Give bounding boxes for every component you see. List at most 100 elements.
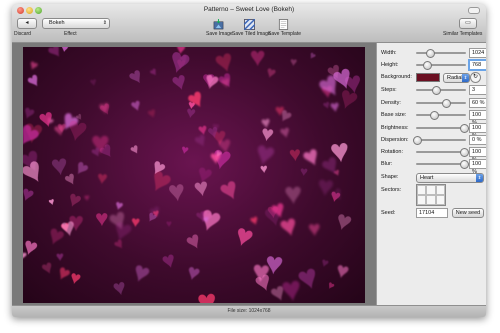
- base-size-slider-knob[interactable]: [430, 111, 439, 120]
- dispersion-slider-knob[interactable]: [413, 136, 422, 145]
- shape-select[interactable]: Heart ⇕: [416, 173, 484, 183]
- brightness-slider[interactable]: [416, 124, 469, 133]
- canvas-area: ♥ ♥ ♥ ♥ ♥ ♥ ♥ ♥ ♥ ♥ ♥ ♥ ♥ ♥ ♥ ♥ ♥ ♥ ♥ ♥ ♥ ♥ ♥ ♥ ♥ ♥ ♥ ♥ ♥ ♥ ♥ ♥ ♥ ♥ ♥ ♥ ♥ ♥ ♥ ♥…: [12, 43, 376, 305]
- sectors-label: Sectors:: [381, 187, 402, 193]
- chevron-up-down-icon: ⇕: [102, 20, 107, 26]
- density-field[interactable]: 60 %: [469, 98, 486, 108]
- steps-slider[interactable]: [416, 86, 466, 95]
- bokeh-heart: ♥: [175, 47, 187, 59]
- bokeh-heart: ♥: [127, 93, 144, 117]
- back-arrow-icon: ◂: [25, 20, 29, 26]
- density-slider[interactable]: [416, 99, 466, 108]
- height-slider-knob[interactable]: [423, 61, 432, 70]
- bokeh-heart: ♥: [307, 217, 322, 242]
- bokeh-heart: ♥: [287, 142, 302, 166]
- dispersion-field[interactable]: 0 %: [469, 135, 486, 145]
- seed-label: Seed:: [381, 210, 396, 216]
- discard-button[interactable]: ◂: [17, 18, 37, 29]
- bokeh-heart: ♥: [332, 204, 357, 238]
- steps-slider-knob[interactable]: [432, 86, 441, 95]
- toolbar: Patterno – Sweet Love (Bokeh) ◂ Discard …: [12, 4, 486, 43]
- toolbar-toggle-button[interactable]: [468, 7, 480, 14]
- save-template-label: Save Template: [268, 31, 301, 37]
- bokeh-heart: ♥: [165, 219, 172, 231]
- bokeh-heart: ♥: [23, 68, 45, 94]
- background-label: Background:: [381, 74, 412, 80]
- blur-label: Blur:: [381, 161, 393, 167]
- bokeh-heart: ♥: [146, 64, 161, 81]
- similar-templates-button[interactable]: ▭: [459, 18, 477, 29]
- seed-field[interactable]: 17104: [416, 208, 448, 218]
- bokeh-heart: ♥: [283, 175, 304, 212]
- effect-value: Bokeh: [49, 20, 65, 26]
- blur-field[interactable]: 100 %: [469, 159, 486, 175]
- bokeh-heart: ♥: [110, 273, 130, 301]
- bokeh-heart: ♥: [288, 54, 298, 70]
- bokeh-heart: ♥: [324, 279, 337, 294]
- tiled-image-icon[interactable]: [244, 19, 255, 30]
- sector-cell[interactable]: [426, 195, 436, 205]
- shape-value: Heart: [420, 175, 434, 181]
- new-seed-button[interactable]: New seed: [452, 208, 484, 218]
- bokeh-heart: ♥: [95, 96, 115, 122]
- width-slider-knob[interactable]: [426, 49, 435, 58]
- sector-cell[interactable]: [417, 185, 427, 195]
- bokeh-heart: ♥: [306, 49, 319, 63]
- bokeh-heart-artwork[interactable]: ♥ ♥ ♥ ♥ ♥ ♥ ♥ ♥ ♥ ♥ ♥ ♥ ♥ ♥ ♥ ♥ ♥ ♥ ♥ ♥ ♥ ♥ ♥ ♥ ♥ ♥ ♥ ♥ ♥ ♥ ♥ ♥ ♥ ♥ ♥ ♥ ♥ ♥ ♥ ♥…: [23, 47, 365, 303]
- similar-templates-label: Similar Templates: [443, 31, 483, 37]
- rotation-slider-knob[interactable]: [460, 148, 469, 157]
- bokeh-heart: ♥: [259, 160, 269, 177]
- brightness-slider-knob[interactable]: [460, 124, 469, 133]
- bokeh-heart: ♥: [60, 47, 70, 56]
- shape-label: Shape:: [381, 174, 399, 180]
- density-slider-knob[interactable]: [442, 99, 451, 108]
- chevron-up-down-icon: ⇕: [462, 74, 469, 82]
- sector-cell[interactable]: [435, 185, 445, 195]
- bokeh-heart: ♥: [318, 255, 331, 271]
- bokeh-heart: ♥: [126, 141, 143, 160]
- bokeh-heart: ♥: [179, 141, 191, 158]
- bokeh-heart: ♥: [46, 196, 56, 209]
- base-size-field[interactable]: 100 %: [469, 110, 486, 126]
- app-window: Patterno – Sweet Love (Bokeh) ◂ Discard …: [12, 4, 486, 317]
- dispersion-label: Dispersion:: [381, 137, 409, 143]
- bokeh-heart: ♥: [23, 231, 41, 263]
- rotation-slider[interactable]: [416, 148, 469, 157]
- bokeh-heart: ♥: [263, 63, 279, 84]
- window-title: Patterno – Sweet Love (Bokeh): [203, 6, 295, 13]
- effect-label: Effect: [64, 31, 77, 37]
- blur-slider[interactable]: [416, 160, 469, 169]
- bokeh-heart: ♥: [96, 167, 109, 189]
- template-icon[interactable]: [278, 19, 289, 30]
- brightness-label: Brightness:: [381, 125, 409, 131]
- similar-icon: ▭: [465, 20, 471, 26]
- bokeh-heart: ♥: [184, 258, 204, 287]
- rotation-field[interactable]: 100 %: [469, 147, 486, 163]
- save-image-icon[interactable]: [213, 19, 224, 30]
- settings-panel: Width: 1024 Height: 768 Background: Radi…: [376, 43, 486, 305]
- effect-select[interactable]: Bokeh ⇕: [42, 18, 110, 29]
- background-mode-select[interactable]: Radial ⇕: [443, 73, 470, 83]
- gear-icon[interactable]: ↻: [470, 72, 481, 83]
- chevron-up-down-icon: ⇕: [476, 174, 483, 182]
- sector-cell[interactable]: [435, 195, 445, 205]
- steps-field[interactable]: 3: [469, 85, 486, 95]
- bokeh-heart: ♥: [249, 47, 266, 72]
- dispersion-slider[interactable]: [413, 136, 466, 145]
- base-size-slider[interactable]: [416, 111, 466, 120]
- background-color-well[interactable]: [416, 73, 440, 82]
- height-slider[interactable]: [416, 61, 466, 70]
- background-mode-value: Radial: [447, 75, 463, 81]
- brightness-field[interactable]: 100 %: [469, 123, 486, 139]
- sector-cell[interactable]: [426, 185, 436, 195]
- density-label: Density:: [381, 100, 401, 106]
- width-slider[interactable]: [416, 49, 466, 58]
- height-field[interactable]: 768: [468, 59, 486, 71]
- width-field[interactable]: 1024: [469, 48, 486, 58]
- save-image-label: Save Image: [206, 31, 233, 37]
- sectors-grid[interactable]: [416, 184, 446, 206]
- blur-slider-knob[interactable]: [460, 160, 469, 169]
- rotation-label: Rotation:: [381, 149, 404, 155]
- sector-cell[interactable]: [417, 195, 427, 205]
- bokeh-heart: ♥: [259, 113, 272, 133]
